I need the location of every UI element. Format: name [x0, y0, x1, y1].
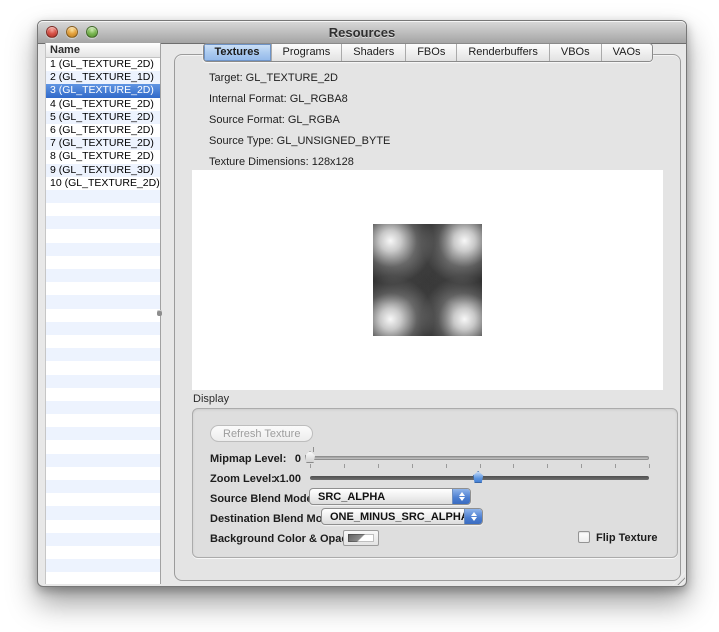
resource-list-item[interactable]: 1 (GL_TEXTURE_2D): [46, 58, 160, 71]
resources-window: Resources Name 1 (GL_TEXTURE_2D)2 (GL_TE…: [37, 20, 687, 587]
zoom-slider[interactable]: [310, 470, 649, 483]
empty-list-row: [46, 467, 160, 480]
empty-list-row: [46, 520, 160, 533]
empty-list-row: [46, 401, 160, 414]
empty-list-row: [46, 533, 160, 546]
destination-blend-mode-value: ONE_MINUS_SRC_ALPHA: [330, 510, 469, 524]
info-internal-format: Internal Format: GL_RGBA8: [209, 93, 348, 105]
source-blend-mode-label: Source Blend Mode:: [210, 493, 316, 505]
resource-list-item[interactable]: 7 (GL_TEXTURE_2D): [46, 137, 160, 150]
info-source-format: Source Format: GL_RGBA: [209, 114, 340, 126]
resource-list-item[interactable]: 8 (GL_TEXTURE_2D): [46, 150, 160, 163]
resource-list-item[interactable]: 9 (GL_TEXTURE_3D): [46, 164, 160, 177]
empty-list-row: [46, 216, 160, 229]
tab-textures[interactable]: Textures: [203, 44, 271, 61]
background-color-opacity-label: Background Color & Opacity:: [210, 533, 364, 545]
empty-list-row: [46, 454, 160, 467]
empty-list-row: [46, 269, 160, 282]
empty-list-row: [46, 572, 160, 584]
empty-list-row: [46, 559, 160, 572]
empty-list-row: [46, 506, 160, 519]
mipmap-slider[interactable]: [310, 450, 649, 463]
resource-sidebar: Name 1 (GL_TEXTURE_2D)2 (GL_TEXTURE_1D)3…: [45, 43, 161, 584]
mipmap-slider-thumb[interactable]: [305, 451, 316, 463]
zoom-slider-ticks: [310, 464, 649, 469]
destination-blend-mode-label: Destination Blend Mode:: [210, 513, 339, 525]
name-column-header[interactable]: Name: [46, 43, 160, 58]
empty-list-row: [46, 414, 160, 427]
resource-list-item[interactable]: 10 (GL_TEXTURE_2D): [46, 177, 160, 190]
source-blend-mode-value: SRC_ALPHA: [318, 490, 385, 504]
empty-list-row: [46, 322, 160, 335]
empty-list-row: [46, 440, 160, 453]
resource-list-item[interactable]: 3 (GL_TEXTURE_2D): [46, 84, 160, 97]
zoom-level-value: x1.00: [253, 473, 301, 485]
tab-programs[interactable]: Programs: [272, 44, 343, 61]
display-group-box: Refresh Texture Mipmap Level: 0 Zoom Lev…: [192, 408, 678, 558]
display-group-label: Display: [193, 393, 229, 405]
empty-list-row: [46, 243, 160, 256]
empty-list-row: [46, 229, 160, 242]
info-texture-dimensions: Texture Dimensions: 128x128: [209, 156, 354, 168]
tab-bar: TexturesProgramsShadersFBOsRenderbuffers…: [202, 43, 652, 62]
empty-list-row: [46, 256, 160, 269]
texture-image: [373, 224, 482, 336]
tab-shaders[interactable]: Shaders: [342, 44, 406, 61]
refresh-texture-button[interactable]: Refresh Texture: [210, 425, 313, 442]
empty-list-row: [46, 282, 160, 295]
resource-list-item[interactable]: 5 (GL_TEXTURE_2D): [46, 111, 160, 124]
empty-list-row: [46, 427, 160, 440]
flip-texture-label[interactable]: Flip Texture: [596, 532, 658, 544]
tab-vaos[interactable]: VAOs: [602, 44, 652, 61]
info-source-type: Source Type: GL_UNSIGNED_BYTE: [209, 135, 390, 147]
color-swatch: [348, 534, 374, 542]
tab-fbos[interactable]: FBOs: [406, 44, 457, 61]
empty-list-row: [46, 190, 160, 203]
empty-list-row: [46, 375, 160, 388]
destination-blend-mode-popup[interactable]: ONE_MINUS_SRC_ALPHA: [321, 508, 483, 525]
empty-list-row: [46, 493, 160, 506]
window-content: Name 1 (GL_TEXTURE_2D)2 (GL_TEXTURE_1D)3…: [38, 43, 686, 586]
source-blend-mode-popup[interactable]: SRC_ALPHA: [309, 488, 471, 505]
empty-list-row: [46, 388, 160, 401]
mipmap-slider-track[interactable]: [310, 456, 649, 460]
texture-preview-area: [192, 170, 663, 390]
empty-list-row: [46, 309, 160, 322]
tab-renderbuffers[interactable]: Renderbuffers: [457, 44, 550, 61]
tab-content-panel: TexturesProgramsShadersFBOsRenderbuffers…: [174, 54, 681, 581]
popup-arrows-icon: [464, 509, 482, 524]
info-target: Target: GL_TEXTURE_2D: [209, 72, 338, 84]
popup-arrows-icon: [452, 489, 470, 504]
empty-list-row: [46, 295, 160, 308]
splitter-handle[interactable]: [157, 310, 162, 316]
empty-list-row: [46, 361, 160, 374]
tab-vbos[interactable]: VBOs: [550, 44, 602, 61]
flip-texture-checkbox[interactable]: [578, 531, 590, 543]
resource-list-item[interactable]: 6 (GL_TEXTURE_2D): [46, 124, 160, 137]
resource-list-item[interactable]: 2 (GL_TEXTURE_1D): [46, 71, 160, 84]
window-title: Resources: [38, 25, 686, 40]
empty-list-row: [46, 335, 160, 348]
resource-list-item[interactable]: 4 (GL_TEXTURE_2D): [46, 98, 160, 111]
mipmap-level-value: 0: [253, 453, 301, 465]
empty-list-row: [46, 203, 160, 216]
resource-list: 1 (GL_TEXTURE_2D)2 (GL_TEXTURE_1D)3 (GL_…: [46, 58, 160, 584]
title-bar[interactable]: Resources: [38, 21, 686, 44]
empty-list-row: [46, 480, 160, 493]
background-color-well[interactable]: [343, 530, 379, 546]
empty-list-row: [46, 348, 160, 361]
zoom-slider-thumb[interactable]: [473, 471, 484, 483]
empty-list-row: [46, 546, 160, 559]
